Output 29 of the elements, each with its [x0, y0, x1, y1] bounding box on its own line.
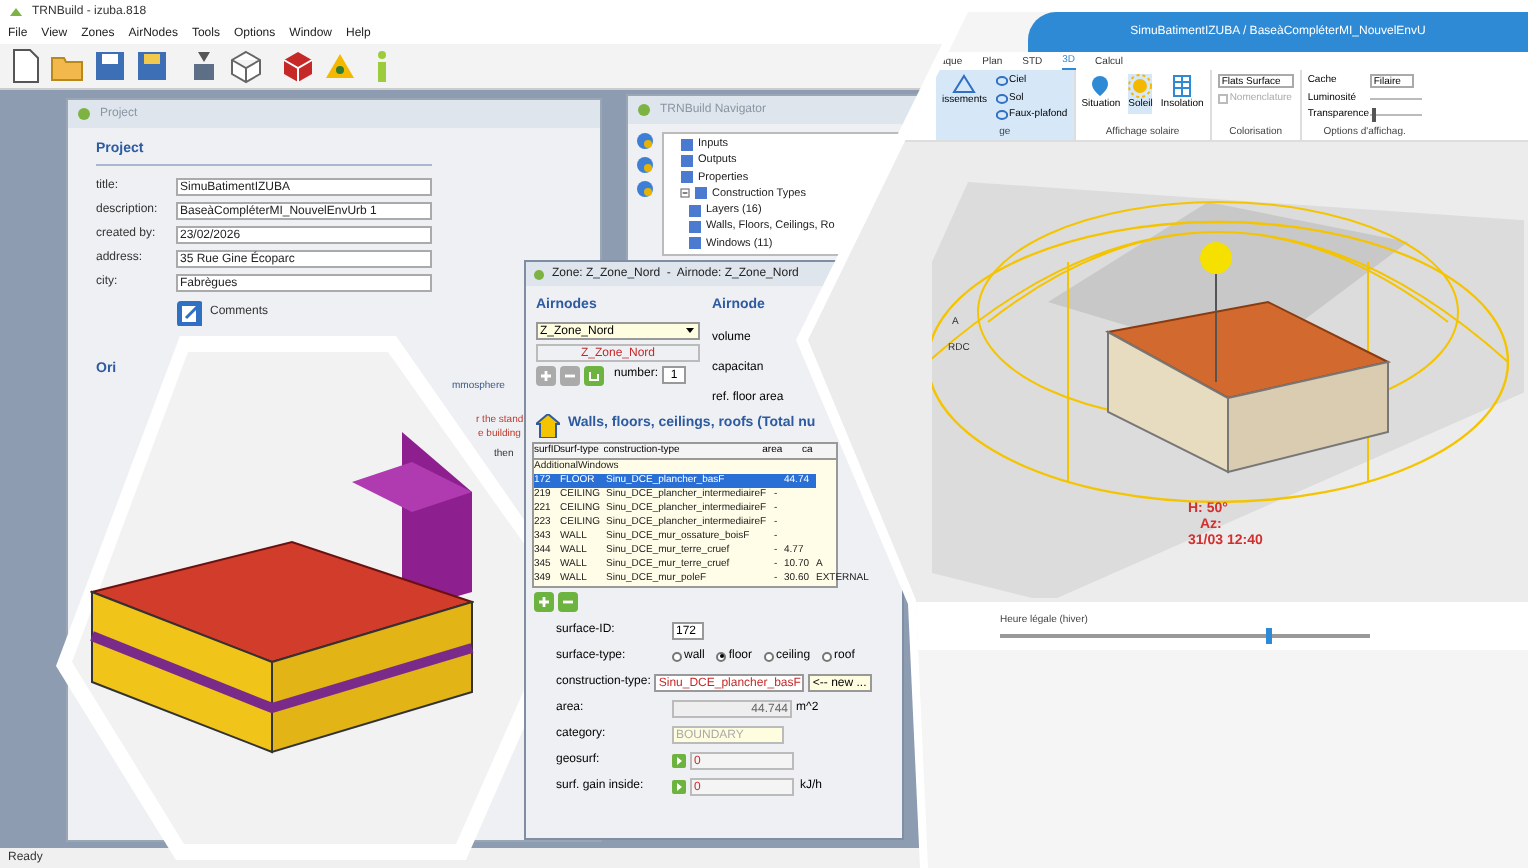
- status-dot-icon[interactable]: [534, 269, 544, 279]
- slider-thumb[interactable]: [1266, 628, 1273, 645]
- house-icon[interactable]: [536, 413, 560, 437]
- solid-cube-icon[interactable]: [280, 48, 316, 84]
- radio-button[interactable]: [764, 651, 775, 661]
- slider-thumb[interactable]: [1372, 108, 1377, 123]
- grid-icon[interactable]: [1170, 74, 1195, 98]
- radio-button[interactable]: [822, 651, 833, 661]
- remove-button[interactable]: [558, 591, 578, 611]
- play-icon[interactable]: [672, 779, 686, 793]
- caret-icon[interactable]: [684, 323, 696, 335]
- save-as-icon[interactable]: [134, 48, 170, 84]
- triangle-icon[interactable]: [952, 74, 977, 94]
- collapse-toggle-icon[interactable]: [680, 188, 690, 199]
- new-document-icon[interactable]: [8, 48, 44, 84]
- radio-button[interactable]: [672, 651, 682, 661]
- remove-button[interactable]: [560, 365, 580, 385]
- save-icon[interactable]: [92, 48, 128, 84]
- add-button[interactable]: [534, 591, 554, 611]
- time-slider[interactable]: [1000, 634, 1370, 639]
- checkbox[interactable]: [1217, 94, 1228, 105]
- play-icon[interactable]: [672, 753, 686, 767]
- wireframe-cube-icon[interactable]: [228, 48, 264, 84]
- map-pin-icon[interactable]: [1088, 74, 1113, 98]
- radio-button[interactable]: [716, 651, 727, 661]
- building-model-drawing[interactable]: [90, 430, 474, 754]
- pencil-note-icon[interactable]: [176, 299, 202, 325]
- app-icon[interactable]: [8, 4, 24, 20]
- add-button[interactable]: [536, 365, 556, 385]
